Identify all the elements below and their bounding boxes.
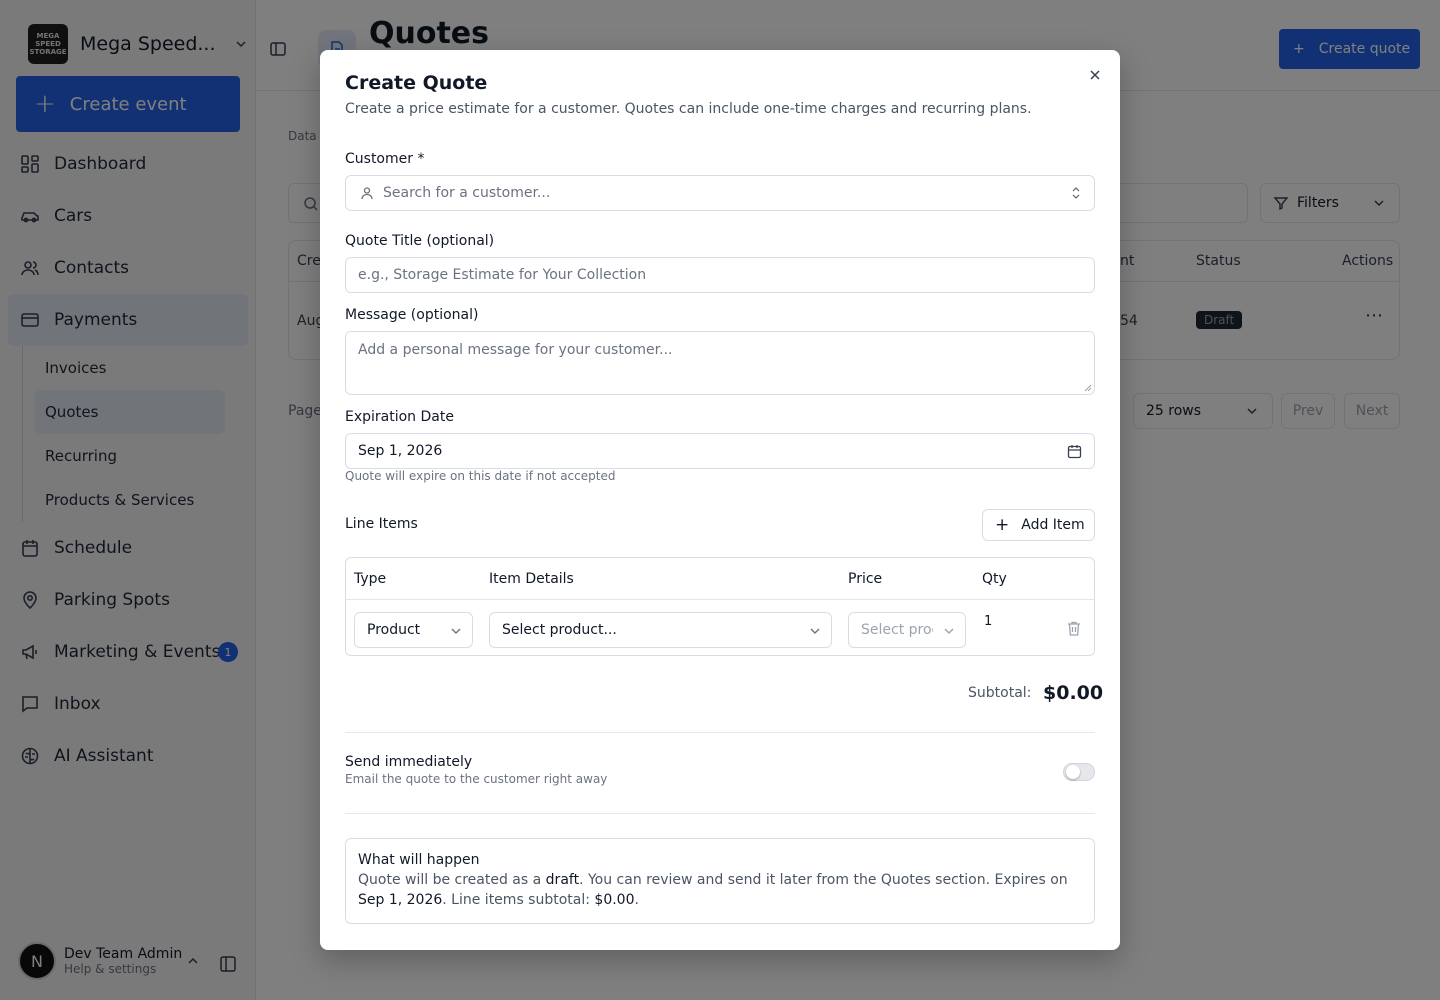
line-item-product-value: Select product... bbox=[502, 622, 617, 638]
trash-icon[interactable] bbox=[1067, 621, 1081, 636]
column-header-item-details: Item Details bbox=[489, 571, 574, 587]
chevron-down-icon bbox=[944, 628, 954, 634]
dialog-title: Create Quote bbox=[345, 72, 488, 94]
add-item-button[interactable]: + Add Item bbox=[982, 509, 1095, 541]
subtotal-value: $0.00 bbox=[1043, 682, 1104, 704]
info-text-part: Quote will be created as a bbox=[358, 872, 546, 888]
info-draft-word: draft bbox=[545, 872, 580, 888]
quote-title-label: Quote Title (optional) bbox=[345, 233, 495, 249]
message-label: Message (optional) bbox=[345, 307, 479, 323]
info-text: Quote will be created as a draft. You ca… bbox=[358, 870, 1082, 910]
user-icon bbox=[361, 187, 373, 200]
dialog-description: Create a price estimate for a customer. … bbox=[345, 101, 1032, 117]
calendar-icon[interactable] bbox=[1067, 444, 1082, 459]
quote-title-placeholder: e.g., Storage Estimate for Your Collecti… bbox=[358, 267, 647, 283]
customer-combobox[interactable]: Search for a customer... bbox=[345, 175, 1095, 211]
line-item-qty-input[interactable]: 1 bbox=[984, 614, 992, 629]
column-header-type: Type bbox=[354, 571, 387, 587]
customer-label: Customer * bbox=[345, 151, 425, 167]
info-text-part: . Line items subtotal: bbox=[442, 892, 595, 908]
section-divider bbox=[345, 732, 1095, 733]
plus-icon: + bbox=[995, 515, 1010, 535]
table-divider bbox=[346, 599, 1094, 600]
chevron-down-icon bbox=[810, 628, 820, 634]
customer-placeholder: Search for a customer... bbox=[383, 185, 551, 201]
line-item-price-value: Select proc bbox=[861, 622, 933, 638]
column-header-price: Price bbox=[848, 571, 883, 587]
subtotal-label: Subtotal: bbox=[968, 685, 1032, 701]
line-items-label: Line Items bbox=[345, 516, 418, 532]
line-item-type-value: Product bbox=[367, 622, 421, 638]
expiration-label: Expiration Date bbox=[345, 409, 454, 425]
info-text-part: . You can review and send it later from … bbox=[579, 872, 1068, 888]
resize-handle-icon[interactable] bbox=[1084, 384, 1092, 392]
message-placeholder: Add a personal message for your customer… bbox=[358, 342, 673, 358]
info-expiry-date: Sep 1, 2026 bbox=[358, 892, 443, 908]
line-items-table: Type Item Details Price Qty Product Sele… bbox=[345, 557, 1095, 656]
send-immediately-label: Send immediately bbox=[345, 754, 473, 770]
chevron-up-down-icon bbox=[1072, 187, 1080, 199]
message-textarea[interactable]: Add a personal message for your customer… bbox=[345, 331, 1095, 395]
expiration-date-input[interactable]: Sep 1, 2026 bbox=[345, 433, 1095, 469]
chevron-down-icon bbox=[451, 628, 461, 634]
line-item-price-select[interactable]: Select proc bbox=[848, 612, 966, 648]
close-icon[interactable] bbox=[1087, 67, 1103, 83]
line-item-product-select[interactable]: Select product... bbox=[489, 612, 832, 648]
toggle-knob bbox=[1066, 765, 1080, 779]
info-title: What will happen bbox=[358, 852, 480, 868]
section-divider bbox=[345, 813, 1095, 814]
line-item-type-select[interactable]: Product bbox=[354, 612, 473, 648]
info-subtotal: $0.00 bbox=[594, 892, 635, 908]
send-immediately-description: Email the quote to the customer right aw… bbox=[345, 772, 608, 786]
what-will-happen-panel: What will happen Quote will be created a… bbox=[345, 838, 1095, 924]
column-header-qty: Qty bbox=[982, 571, 1007, 587]
expiration-date-value: Sep 1, 2026 bbox=[358, 443, 443, 459]
create-quote-dialog: Create Quote Create a price estimate for… bbox=[320, 50, 1120, 950]
info-text-part: . bbox=[634, 892, 639, 908]
expiration-help-text: Quote will expire on this date if not ac… bbox=[345, 469, 616, 483]
quote-title-input[interactable]: e.g., Storage Estimate for Your Collecti… bbox=[345, 257, 1095, 293]
send-immediately-toggle[interactable] bbox=[1063, 763, 1095, 781]
add-item-label: Add Item bbox=[1021, 517, 1085, 533]
